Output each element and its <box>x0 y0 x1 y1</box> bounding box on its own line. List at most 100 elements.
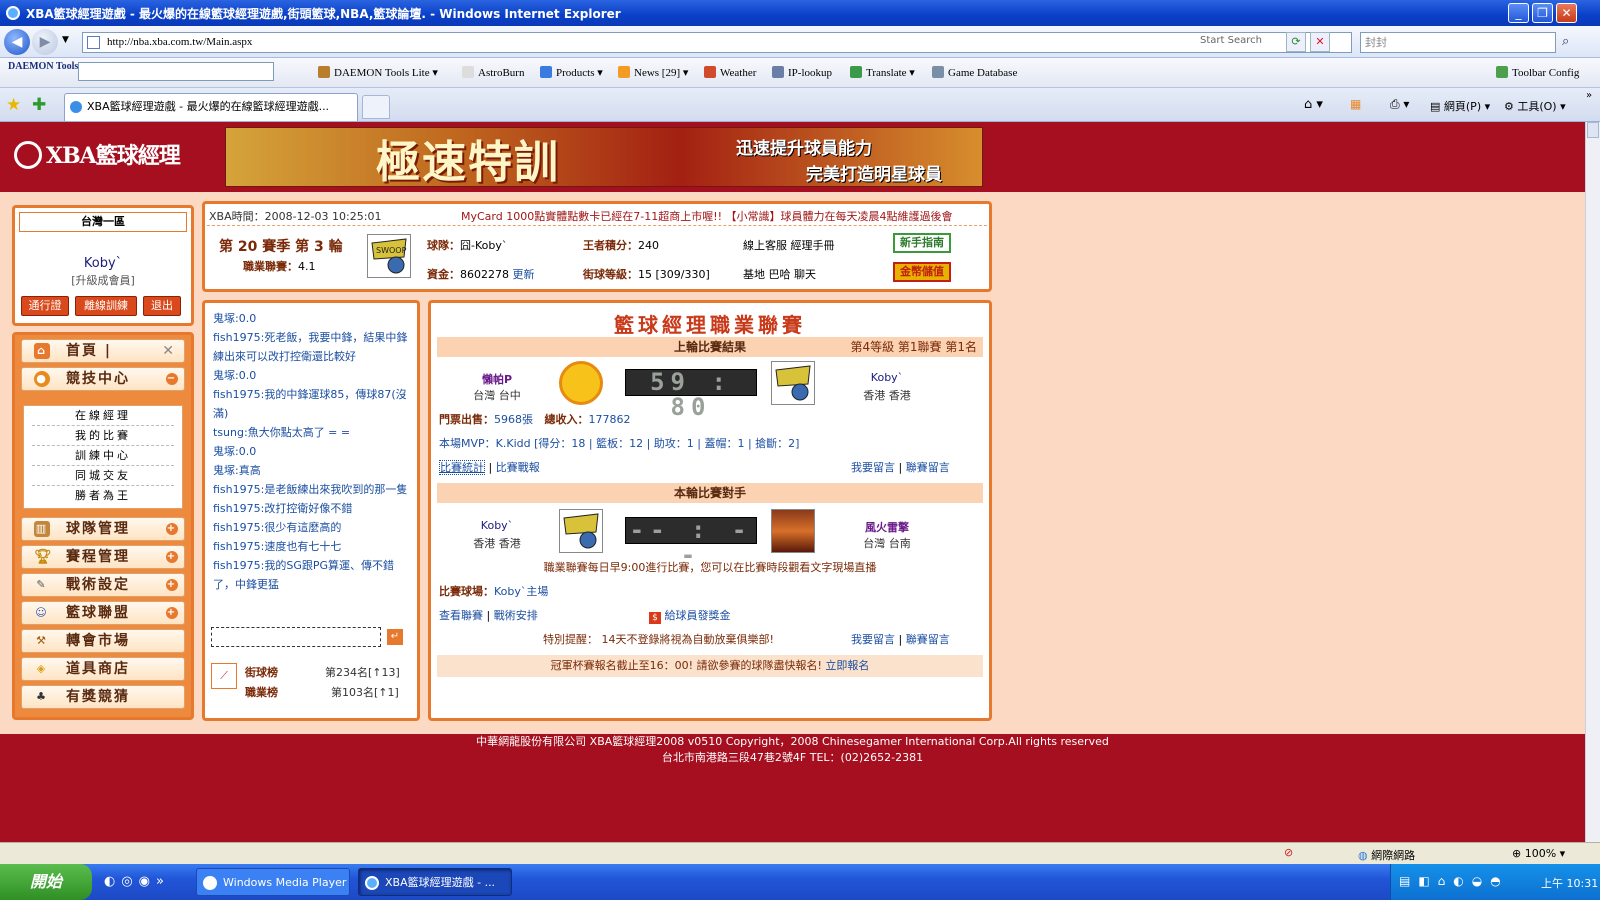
community-links[interactable]: 基地 巴哈 聊天 <box>743 266 816 282</box>
pass-button[interactable]: 通行證 <box>21 296 69 316</box>
home-icon[interactable]: ⌂ ▾ <box>1304 97 1323 112</box>
tab-xba[interactable]: XBA籃球經理遊戲 - 最火爆的在線籃球經理遊戲... <box>64 93 358 121</box>
toolbar-astroburn[interactable]: AstroBurn <box>462 66 524 79</box>
deposit-button[interactable]: 金幣儲值 <box>893 262 951 282</box>
offline-training-button[interactable]: 離線訓練 <box>75 296 137 316</box>
toolbar-products[interactable]: Products ▾ <box>540 66 603 79</box>
send-icon[interactable]: ↵ <box>387 629 403 645</box>
toolbar-translate[interactable]: Translate ▾ <box>850 66 915 79</box>
chat-user[interactable]: 鬼塚 <box>213 445 235 458</box>
toolbar-news[interactable]: News [29] ▾ <box>618 66 688 79</box>
print-icon[interactable]: ⎙ ▾ <box>1390 97 1409 112</box>
online-service-link[interactable]: 線上客服 經理手冊 <box>743 237 835 253</box>
tactic-link[interactable]: 戰術安排 <box>494 609 538 622</box>
menu-home[interactable]: ⌂ 首頁 | ✕ <box>21 339 185 363</box>
task-media-player[interactable]: Windows Media Player <box>196 868 350 896</box>
next-away-team[interactable]: 風火雷擎 <box>837 519 937 535</box>
newbie-guide-button[interactable]: 新手指南 <box>893 233 951 253</box>
match-stats-link[interactable]: 比賽統計 <box>439 460 485 475</box>
tray-icons[interactable]: ▤◧⌂◐◒◓ <box>1399 874 1509 888</box>
url-input[interactable]: http://nba.xba.com.tw/Main.aspx <box>82 32 1352 53</box>
submenu-online[interactable]: 在線經理 <box>32 406 174 426</box>
history-dropdown-icon[interactable]: ▼ <box>62 35 69 45</box>
menu-shop[interactable]: ◈ 道具商店 <box>21 657 185 681</box>
chat-user[interactable]: 鬼塚 <box>213 369 235 382</box>
toolbar-iplookup[interactable]: IP-lookup <box>772 66 832 79</box>
chevron-more-icon[interactable]: » <box>1586 90 1592 101</box>
forward-button[interactable]: ▶ <box>32 29 58 55</box>
chat-user[interactable]: fish1975 <box>213 540 261 553</box>
toolbar-game-database[interactable]: Game Database <box>932 66 1017 79</box>
feeds-icon[interactable]: ▦ <box>1350 97 1361 111</box>
site-logo[interactable]: XBA籃球經理 <box>14 138 181 170</box>
maximize-button[interactable]: ❐ <box>1532 3 1553 23</box>
close-button[interactable]: ✕ <box>1556 3 1577 23</box>
add-favorite-icon[interactable]: ✚ <box>32 95 46 115</box>
new-tab-button[interactable] <box>362 95 390 119</box>
quick-launch[interactable]: ◐◎◉» <box>104 874 170 889</box>
search-icon[interactable]: ⌕ <box>1562 34 1569 49</box>
street-rank-label[interactable]: 街球榜 <box>245 663 278 682</box>
zoom-value: 100% <box>1524 847 1557 860</box>
view-league-link[interactable]: 查看聯賽 <box>439 609 483 622</box>
chat-user[interactable]: fish1975 <box>213 502 261 515</box>
task-xba[interactable]: XBA籃球經理遊戲 - ... <box>358 868 512 896</box>
toolbar-search-combo[interactable] <box>78 62 274 81</box>
marquee-notice[interactable]: MyCard 1000點實體點數卡已經在7-11超商上市喔!! 【小常識】球員體… <box>461 208 981 224</box>
league-message-link[interactable]: 聯賽留言 <box>906 461 950 474</box>
search-input[interactable]: 封封 <box>1360 32 1556 53</box>
scroll-thumb[interactable] <box>1587 122 1599 138</box>
chat-user[interactable]: 鬼塚 <box>213 312 235 325</box>
menu-league[interactable]: ☺ 籃球聯盟 + <box>21 601 185 625</box>
chat-input[interactable] <box>211 627 381 647</box>
exit-button[interactable]: 退出 <box>143 296 181 316</box>
chat-panel: 鬼塚:0.0 fish1975:死老飯，我要中鋒，結果中鋒練出來可以改打控衛還比較… <box>202 300 420 721</box>
match-report-link[interactable]: 比賽戰報 <box>496 461 540 474</box>
submenu-training[interactable]: 訓練中心 <box>32 446 174 466</box>
zoom-control[interactable]: ⊕ 100% ▾ <box>1512 847 1565 860</box>
chat-user[interactable]: tsung <box>213 426 244 439</box>
chat-user[interactable]: fish1975 <box>213 483 261 496</box>
menu-team[interactable]: ▥ 球隊管理 + <box>21 517 185 541</box>
start-button[interactable]: 開始 <box>0 864 92 900</box>
tools-menu[interactable]: ⚙ 工具(O) ▾ <box>1504 98 1566 114</box>
signup-link[interactable]: 立即報名 <box>825 659 869 672</box>
chat-user[interactable]: fish1975 <box>213 559 261 572</box>
toolbar-weather[interactable]: Weather <box>704 66 756 79</box>
minimize-button[interactable]: _ <box>1508 3 1529 23</box>
submenu-my-games[interactable]: 我的比賽 <box>32 426 174 446</box>
toolbar-daemon-lite[interactable]: DAEMON Tools Lite ▾ <box>318 66 438 79</box>
menu-prize[interactable]: ♣ 有獎競猜 <box>21 685 185 709</box>
back-button[interactable]: ◀ <box>4 29 30 55</box>
next-home-team[interactable]: Koby` <box>447 519 547 532</box>
tools-icon: ✕ <box>162 343 176 359</box>
last-home-team[interactable]: 懶帕P <box>447 371 547 387</box>
pro-rank-label[interactable]: 職業榜 <box>245 683 278 702</box>
menu-schedule[interactable]: 🏆︎ 賽程管理 + <box>21 545 185 569</box>
user-rank[interactable]: [升級成會員] <box>15 272 191 288</box>
favorites-star-icon[interactable]: ★ <box>6 95 21 115</box>
promo-banner[interactable]: 極速特訓 迅速提升球員能力 完美打造明星球員 <box>225 127 983 187</box>
vertical-scrollbar[interactable] <box>1585 122 1600 842</box>
leave-message-link[interactable]: 我要留言 <box>851 633 895 646</box>
submenu-winner[interactable]: 勝者為王 <box>32 486 174 506</box>
league-message-link[interactable]: 聯賽留言 <box>906 633 950 646</box>
stop-icon[interactable]: ✕ <box>1310 32 1330 52</box>
expand-icon: + <box>166 551 178 563</box>
chat-user[interactable]: fish1975 <box>213 388 261 401</box>
toolbar-config[interactable]: Toolbar Config <box>1496 66 1579 79</box>
page-menu[interactable]: ▤ 網頁(P) ▾ <box>1430 98 1490 114</box>
menu-tactics[interactable]: ✎ 戰術設定 + <box>21 573 185 597</box>
chat-user[interactable]: 鬼塚 <box>213 464 235 477</box>
leave-message-link[interactable]: 我要留言 <box>851 461 895 474</box>
bonus-link[interactable]: $ 給球員發獎金 <box>649 607 731 624</box>
menu-transfer[interactable]: ⚒ 轉會市場 <box>21 629 185 653</box>
menu-arena[interactable]: ● 競技中心 − <box>21 367 185 391</box>
refresh-icon[interactable]: ⟳ <box>1286 32 1306 52</box>
chat-user[interactable]: fish1975 <box>213 521 261 534</box>
submenu-friends[interactable]: 同城交友 <box>32 466 174 486</box>
last-away-team[interactable]: Koby` <box>837 371 937 384</box>
refresh-link[interactable]: 更新 <box>513 268 535 281</box>
last-scoreboard: 59 : 80 <box>625 369 757 420</box>
chat-user[interactable]: fish1975 <box>213 331 261 344</box>
